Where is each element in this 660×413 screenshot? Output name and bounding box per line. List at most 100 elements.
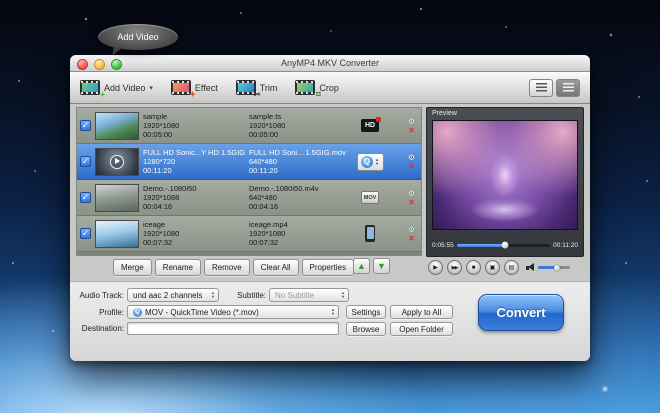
file-name: sample	[143, 112, 245, 121]
settings-button[interactable]: Settings	[346, 305, 386, 319]
gear-icon[interactable]	[408, 154, 415, 162]
seek-slider[interactable]	[457, 244, 550, 247]
add-video-tooltip: Add Video	[98, 24, 178, 50]
preview-label: Preview	[432, 110, 457, 117]
speaker-icon[interactable]	[526, 263, 535, 272]
output-duration: 00:07:32	[249, 238, 351, 247]
audio-track-dropdown[interactable]: und aac 2 channels	[127, 288, 219, 302]
titlebar[interactable]: AnyMP4 MKV Converter	[70, 55, 590, 72]
trim-button[interactable]: ✂ Trim	[236, 80, 278, 95]
move-up-button[interactable]	[353, 258, 370, 274]
app-window: AnyMP4 MKV Converter + Add Video ▾ ✦ Eff…	[70, 55, 590, 361]
file-duration: 00:05:00	[143, 130, 245, 139]
seek-knob[interactable]	[502, 242, 509, 249]
crop-label: Crop	[319, 83, 339, 93]
reorder-buttons	[353, 258, 390, 274]
output-name: Demo.-.1080i50.m4v	[249, 184, 351, 193]
file-row-1[interactable]: sample 1920*1080 00:05:00 sample.ts 1920…	[77, 108, 421, 144]
checkbox-checked[interactable]	[80, 156, 91, 167]
file-row-4[interactable]: iceage 1920*1080 00:07:32 iceage.mp4 192…	[77, 216, 421, 252]
properties-button[interactable]: Properties	[302, 259, 354, 276]
window-title: AnyMP4 MKV Converter	[70, 58, 590, 68]
format-slot: HD	[355, 119, 385, 132]
trim-icon: ✂	[236, 80, 256, 95]
remove-button[interactable]: Remove	[204, 259, 250, 276]
preview-video[interactable]	[432, 120, 578, 230]
snapshot-button[interactable]	[485, 260, 500, 275]
source-info: FULL HD Sonic...Y HD 1.5GIG 1280*720 00:…	[143, 148, 245, 175]
checkbox-checked[interactable]	[80, 228, 91, 239]
gear-icon[interactable]	[408, 190, 415, 198]
browse-button[interactable]: Browse	[346, 322, 386, 336]
stepper-arrows-icon	[211, 291, 215, 299]
play-button[interactable]	[428, 260, 443, 275]
mov-format-icon: MOV	[361, 191, 379, 204]
file-resolution: 1280*720	[143, 157, 245, 166]
volume-slider[interactable]	[538, 266, 570, 269]
gear-icon[interactable]	[408, 226, 415, 234]
output-resolution: 1920*1080	[249, 229, 351, 238]
list-view-button[interactable]	[529, 79, 553, 97]
effect-button[interactable]: ✦ Effect	[171, 80, 218, 95]
output-name: FULL HD Soni... 1.5GIG.mov	[249, 148, 351, 157]
subtitle-dropdown[interactable]: No Subtitle	[269, 288, 349, 302]
stepper-arrows-icon	[341, 291, 345, 299]
convert-button[interactable]: Convert	[478, 294, 564, 331]
audio-track-label: Audio Track:	[76, 291, 124, 300]
profile-row: Profile: MOV - QuickTime Video (*.mov)	[76, 305, 339, 319]
checkbox-checked[interactable]	[80, 192, 91, 203]
rename-button[interactable]: Rename	[155, 259, 201, 276]
crop-button[interactable]: ⌑ Crop	[295, 80, 339, 95]
total-time: 00:11:20	[553, 242, 578, 249]
quicktime-profile-button[interactable]	[357, 153, 384, 171]
checkbox-checked[interactable]	[80, 120, 91, 131]
add-video-label: Add Video	[104, 83, 145, 93]
row-controls	[405, 190, 418, 206]
row-controls	[405, 154, 418, 170]
volume-knob[interactable]	[554, 265, 560, 271]
merge-button[interactable]: Merge	[113, 259, 152, 276]
remove-x-icon[interactable]	[408, 235, 415, 242]
fast-forward-button[interactable]	[447, 260, 462, 275]
view-toggles	[529, 79, 580, 97]
audio-track-value: und aac 2 channels	[133, 291, 208, 300]
row-controls	[405, 118, 418, 134]
output-resolution: 640*480	[249, 157, 351, 166]
source-info: iceage 1920*1080 00:07:32	[143, 220, 245, 247]
detail-view-button[interactable]	[556, 79, 580, 97]
hd-format-icon: HD	[361, 119, 379, 132]
format-slot	[355, 225, 385, 242]
apply-to-all-button[interactable]: Apply to All	[390, 305, 453, 319]
destination-input[interactable]	[127, 322, 339, 335]
profile-dropdown[interactable]: MOV - QuickTime Video (*.mov)	[127, 305, 339, 319]
video-thumbnail	[95, 184, 139, 212]
add-video-icon: +	[80, 80, 100, 95]
file-resolution: 1920*1080	[143, 121, 245, 130]
gear-icon[interactable]	[408, 118, 415, 126]
volume-control	[526, 263, 570, 272]
current-time: 0:05:55	[432, 242, 454, 249]
subtitle-value: No Subtitle	[275, 291, 338, 300]
snapshot-folder-button[interactable]	[504, 260, 519, 275]
move-down-button[interactable]	[373, 258, 390, 274]
file-row-2-selected[interactable]: FULL HD Sonic...Y HD 1.5GIG 1280*720 00:…	[77, 144, 421, 180]
file-duration: 00:11:20	[143, 166, 245, 175]
video-thumbnail	[95, 112, 139, 140]
list-view-icon	[536, 83, 547, 92]
stars	[0, 0, 2, 2]
stop-button[interactable]	[466, 260, 481, 275]
output-name: iceage.mp4	[249, 220, 351, 229]
remove-x-icon[interactable]	[408, 127, 415, 134]
tooltip-label: Add Video	[117, 32, 158, 42]
output-info: iceage.mp4 1920*1080 00:07:32	[249, 220, 351, 247]
file-row-3[interactable]: Demo.-.1080i50 1920*1088 00:04:16 Demo.-…	[77, 180, 421, 216]
remove-x-icon[interactable]	[408, 199, 415, 206]
add-video-button[interactable]: + Add Video ▾	[80, 80, 153, 95]
play-overlay-icon[interactable]	[110, 155, 124, 169]
clear-all-button[interactable]: Clear All	[253, 259, 299, 276]
open-folder-button[interactable]: Open Folder	[390, 322, 453, 336]
preview-timebar: 0:05:55 00:11:20	[432, 239, 578, 251]
profile-stepper-icon[interactable]	[375, 158, 379, 165]
remove-x-icon[interactable]	[408, 163, 415, 170]
file-name: FULL HD Sonic...Y HD 1.5GIG	[143, 148, 245, 157]
